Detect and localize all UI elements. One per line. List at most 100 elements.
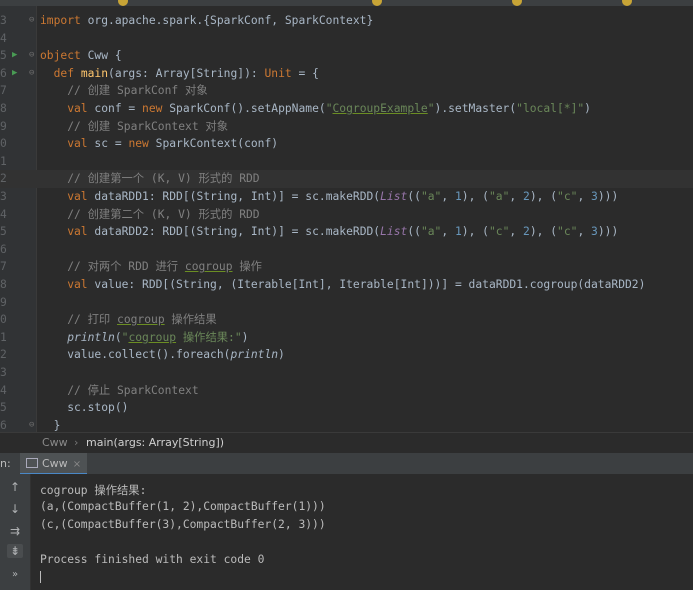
code-text: // 创建 SparkConf 对象	[40, 82, 208, 100]
code-token: Cww {	[87, 49, 122, 63]
code-text: val conf = new SparkConf().setAppName("C…	[40, 100, 591, 118]
code-editor[interactable]: 3 ⊖ import org.apache.spark.{SparkConf, Sp…	[0, 6, 693, 432]
code-line[interactable]: 6 ⊖ }	[0, 417, 693, 432]
code-text: sc.stop()	[40, 399, 128, 417]
code-token: ), (	[461, 190, 489, 203]
code-token: Int	[298, 278, 319, 291]
code-text: // 停止 SparkContext	[40, 382, 198, 400]
line-number: 6	[0, 418, 7, 432]
code-token: println	[230, 348, 279, 362]
code-token: sc.stop()	[40, 401, 129, 415]
code-token: 操作结果:"	[176, 330, 242, 344]
code-token: SparkConf().setAppName(	[169, 102, 326, 115]
code-token: String	[196, 190, 238, 203]
code-token: )))	[597, 225, 619, 239]
code-token: CogroupExample	[332, 102, 428, 115]
line-number: 5	[0, 401, 7, 415]
close-icon[interactable]: ×	[73, 459, 81, 470]
code-token: )	[584, 102, 591, 115]
code-token: "c"	[557, 225, 578, 239]
code-line[interactable]: 4	[0, 30, 693, 48]
tab-run-cww[interactable]: Cww ×	[20, 453, 88, 475]
code-line[interactable]: 5 val dataRDD2: RDD[(String, Int)] = sc.…	[0, 223, 693, 241]
code-token: cogroup	[128, 330, 177, 344]
code-token: Int	[250, 225, 272, 239]
fold-icon[interactable]: ⊖	[29, 65, 34, 83]
breadcrumb-method[interactable]: main(args: Array[String])	[86, 433, 224, 453]
code-token: val	[40, 102, 95, 115]
fold-icon[interactable]: ⊖	[29, 12, 34, 30]
line-number: 0	[0, 137, 7, 151]
code-line[interactable]: 3	[0, 364, 693, 382]
code-line[interactable]: 3 ⊖ import org.apache.spark.{SparkConf, Sp…	[0, 12, 693, 30]
line-number: 3	[0, 190, 7, 203]
run-gutter-icon[interactable]: ▶	[12, 65, 17, 83]
code-text: val dataRDD1: RDD[(String, Int)] = sc.ma…	[40, 188, 618, 206]
code-line[interactable]: 0 // 打印 cogroup 操作结果	[0, 311, 693, 329]
fold-icon[interactable]: ⊖	[29, 47, 34, 65]
code-token: 1	[454, 225, 462, 239]
line-number: 7	[0, 260, 7, 274]
code-line[interactable]: 1	[0, 153, 693, 171]
breadcrumb: Cww › main(args: Array[String])	[0, 432, 693, 453]
code-token: (	[114, 330, 122, 344]
line-number: 4	[0, 207, 7, 221]
code-token: 3	[591, 190, 598, 203]
code-token: conf =	[94, 102, 143, 115]
code-line[interactable]: 3 val dataRDD1: RDD[(String, Int)] = sc.…	[0, 188, 693, 206]
code-token: // 创建 SparkConf 对象	[40, 84, 208, 98]
code-line[interactable]: 6 ▶ ⊖ def main(args: Array[String]): Unit …	[0, 65, 693, 83]
more-icon[interactable]: »	[7, 569, 23, 580]
code-line[interactable]: 5 sc.stop()	[0, 399, 693, 417]
code-line[interactable]: 4 // 创建第二个 (K, V) 形式的 RDD	[0, 206, 693, 224]
code-line[interactable]: 6	[0, 241, 693, 259]
breadcrumb-object[interactable]: Cww	[42, 433, 68, 453]
code-token: ,	[509, 190, 523, 203]
code-line[interactable]: 5 ▶ ⊖ object Cww {	[0, 47, 693, 65]
down-arrow-icon[interactable]: ↓	[7, 502, 23, 516]
code-token: ,	[577, 225, 592, 239]
code-line[interactable]: 0 val sc = new SparkContext(conf)	[0, 135, 693, 153]
code-token: def	[40, 66, 81, 80]
code-line[interactable]: 7 // 创建 SparkConf 对象	[0, 82, 693, 100]
code-token: val	[40, 278, 95, 291]
code-token: println	[67, 330, 115, 344]
code-line[interactable]: 9	[0, 294, 693, 312]
code-token: ]):	[237, 66, 265, 80]
code-line[interactable]: 8 val conf = new SparkConf().setAppName(…	[0, 100, 693, 118]
code-line[interactable]: 8 val value: RDD[(String, (Iterable[Int]…	[0, 276, 693, 294]
up-arrow-icon[interactable]: ↑	[7, 480, 23, 494]
code-token: }	[40, 418, 61, 432]
run-console[interactable]: ↑ ↓ ⇉ ⇟ » cogroup 操作结果: (a,(CompactBuffe…	[0, 474, 693, 590]
code-token: object	[40, 49, 88, 63]
console-toolbar: ↑ ↓ ⇉ ⇟ »	[0, 474, 31, 590]
code-line[interactable]: 9 // 创建 SparkContext 对象	[0, 118, 693, 136]
code-token: 操作结果	[164, 313, 217, 327]
soft-wrap-icon[interactable]: ⇉	[7, 524, 23, 538]
code-token: ).setMaster(	[434, 102, 517, 115]
scroll-to-end-icon[interactable]: ⇟	[7, 544, 23, 558]
breadcrumb-separator: ›	[74, 436, 79, 449]
run-gutter-icon[interactable]: ▶	[12, 47, 17, 65]
code-token: )	[241, 330, 249, 344]
code-token: ,	[441, 225, 455, 239]
code-token: new	[142, 102, 170, 115]
run-label: n:	[0, 457, 11, 470]
code-token: "a"	[488, 190, 510, 203]
code-line[interactable]: 2 // 创建第一个 (K, V) 形式的 RDD	[0, 170, 693, 188]
fold-icon[interactable]: ⊖	[29, 417, 34, 432]
code-token: ), (	[529, 190, 558, 203]
code-line[interactable]: 2 value.collect().foreach(println)	[0, 346, 693, 364]
code-line[interactable]: 1 println("cogroup 操作结果:")	[0, 329, 693, 347]
code-text: object Cww {	[40, 47, 122, 65]
code-token: ((	[407, 225, 421, 239]
code-token: ,	[237, 190, 251, 203]
code-line[interactable]: 4 // 停止 SparkContext	[0, 382, 693, 400]
code-token: // 创建第一个 (K, V) 形式的 RDD	[40, 172, 260, 186]
code-text: println("cogroup 操作结果:")	[40, 329, 248, 347]
line-number: 1	[0, 330, 7, 344]
code-token: ,	[577, 190, 592, 203]
code-token: )	[278, 348, 285, 362]
code-text: value.collect().foreach(println)	[40, 346, 285, 364]
code-line[interactable]: 7 // 对两个 RDD 进行 cogroup 操作	[0, 258, 693, 276]
